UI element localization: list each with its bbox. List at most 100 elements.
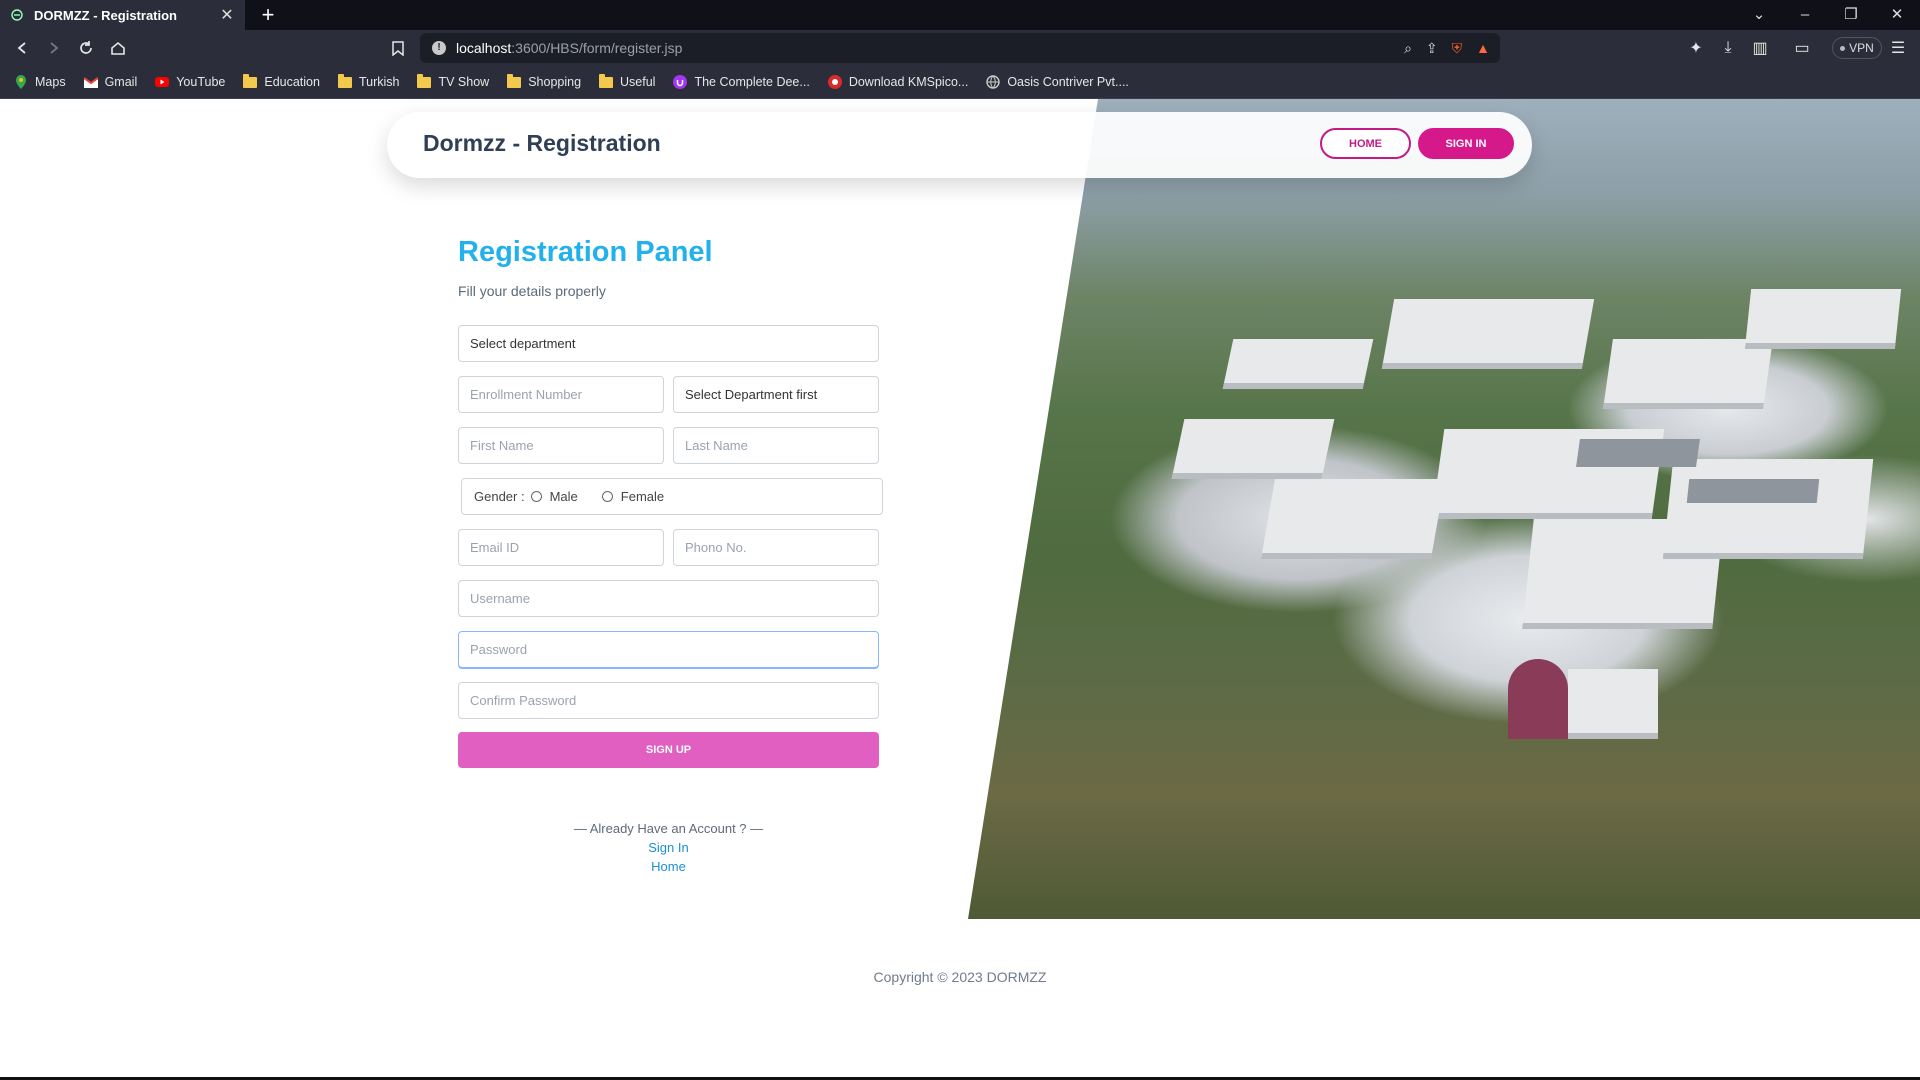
globe-icon [986,75,1001,89]
bookmark-label: Oasis Contriver Pvt.... [1007,75,1129,89]
bookmarks-bar: Maps Gmail YouTube Education Turkish TV … [0,66,1920,99]
bookmark-shopping[interactable]: Shopping [507,73,581,89]
zoom-icon[interactable]: ⌕ [1404,40,1412,57]
last-name-placeholder: Last Name [685,438,748,453]
top-navbar: Dormzz - Registration HOME SIGN IN [387,112,1532,178]
bookmark-label: Maps [35,75,66,89]
bookmark-gmail[interactable]: Gmail [83,75,138,89]
gender-female-label[interactable]: Female [621,489,664,504]
back-icon[interactable] [10,36,34,60]
minimize-button[interactable]: – [1782,0,1828,30]
department-select[interactable]: Select department [458,325,879,362]
bookmark-useful[interactable]: Useful [599,73,656,89]
youtube-icon [155,75,170,89]
bookmark-label: TV Show [438,75,490,89]
vpn-label: VPN [1849,41,1874,55]
url-path: :3600/HBS/form/register.jsp [511,40,683,56]
campus-aerial-image [968,99,1920,919]
url-host: localhost [456,40,512,56]
sub-department-select-value: Select Department first [685,387,818,402]
home-link[interactable]: Home [458,859,879,874]
bookmark-icon[interactable] [386,36,410,60]
bookmark-oasis[interactable]: Oasis Contriver Pvt.... [986,75,1129,89]
bookmark-turkish[interactable]: Turkish [337,73,400,89]
gender-group: Gender : Male Female [461,478,883,515]
page-title: Registration Panel [458,236,713,268]
brave-shield-icon[interactable]: ⛨ [1452,40,1463,57]
bookmark-education[interactable]: Education [243,73,320,89]
password-input[interactable]: Password [458,631,879,668]
folder-icon [599,73,614,89]
restore-button[interactable]: ❐ [1828,0,1874,30]
page-content: Dormzz - Registration HOME SIGN IN Regis… [0,99,1920,1080]
last-name-input[interactable]: Last Name [673,427,879,464]
vpn-button[interactable]: VPN [1832,37,1882,59]
signup-button[interactable]: SIGN UP [458,732,879,768]
home-button[interactable]: HOME [1320,128,1411,159]
folder-icon [507,73,522,89]
share-icon[interactable]: ⇪ [1426,40,1438,57]
email-input[interactable]: Email ID [458,529,664,566]
extensions-icon[interactable]: ✦ [1684,36,1708,60]
site-favicon-icon [10,8,24,22]
brand-title: Dormzz - Registration [423,130,661,156]
forward-icon[interactable] [42,36,66,60]
confirm-password-input[interactable]: Confirm Password [458,682,879,719]
folder-icon [243,73,258,89]
bookmark-complete-dee[interactable]: The Complete Dee... [673,75,810,89]
bookmark-label: Gmail [104,75,138,89]
password-placeholder: Password [470,642,528,657]
bookmark-label: Useful [620,75,656,89]
home-icon[interactable] [106,36,130,60]
bookmark-label: Turkish [358,75,400,89]
enrollment-number-placeholder: Enrollment Number [470,387,582,402]
close-window-button[interactable]: ✕ [1874,0,1920,30]
reload-icon[interactable] [74,36,98,60]
sub-department-select[interactable]: Select Department first [673,376,879,413]
new-tab-button[interactable]: + [256,3,280,27]
username-placeholder: Username [470,591,530,606]
gender-female-radio[interactable] [601,491,613,502]
gender-male-radio[interactable] [530,491,542,502]
copyright-text: Copyright © 2023 DORMZZ [873,969,1047,985]
gender-male-label[interactable]: Male [550,489,578,504]
department-select-value: Select department [470,336,576,351]
menu-icon[interactable]: ☰ [1886,36,1910,60]
address-bar[interactable]: ! localhost :3600/HBS/form/register.jsp … [420,33,1500,63]
page-subtitle: Fill your details properly [458,283,606,299]
folder-icon [337,73,352,89]
vpn-status-dot [1840,45,1846,51]
close-tab-icon[interactable]: ✕ [219,5,235,25]
bookmark-tv-show[interactable]: TV Show [417,73,490,89]
tab-title: DORMZZ - Registration [34,7,177,23]
folder-icon [417,73,432,89]
bookmark-kmspico[interactable]: Download KMSpico... [827,75,968,89]
signin-button[interactable]: SIGN IN [1418,128,1514,159]
wallet-icon[interactable]: ▭ [1790,36,1814,60]
email-placeholder: Email ID [470,540,520,555]
site-info-icon[interactable]: ! [432,41,446,55]
enrollment-number-input[interactable]: Enrollment Number [458,376,664,413]
username-input[interactable]: Username [458,580,879,617]
site-icon [827,75,842,89]
bookmark-youtube[interactable]: YouTube [155,75,225,89]
bookmark-label: Education [264,75,320,89]
active-tab[interactable]: DORMZZ - Registration ✕ [0,0,245,30]
bookmark-label: YouTube [176,75,226,89]
tab-search-chevron-icon[interactable]: ⌄ [1736,0,1782,30]
bookmark-label: The Complete Dee... [694,75,810,89]
bookmark-maps[interactable]: Maps [14,75,66,89]
first-name-placeholder: First Name [470,438,534,453]
signin-link[interactable]: Sign In [458,840,879,855]
brave-rewards-icon[interactable]: ▲ [1476,40,1490,56]
confirm-password-placeholder: Confirm Password [470,693,577,708]
gender-label: Gender : [474,489,525,504]
first-name-input[interactable]: First Name [458,427,664,464]
downloads-icon[interactable]: ⤓ [1716,36,1740,60]
udemy-icon [673,75,688,89]
maps-icon [14,75,28,89]
tab-strip: DORMZZ - Registration ✕ + ⌄ – ❐ ✕ [0,0,1920,30]
sidebar-icon[interactable]: ▥ [1748,36,1772,60]
already-account-text: — Already Have an Account ? — [573,821,764,836]
phone-input[interactable]: Phono No. [673,529,879,566]
